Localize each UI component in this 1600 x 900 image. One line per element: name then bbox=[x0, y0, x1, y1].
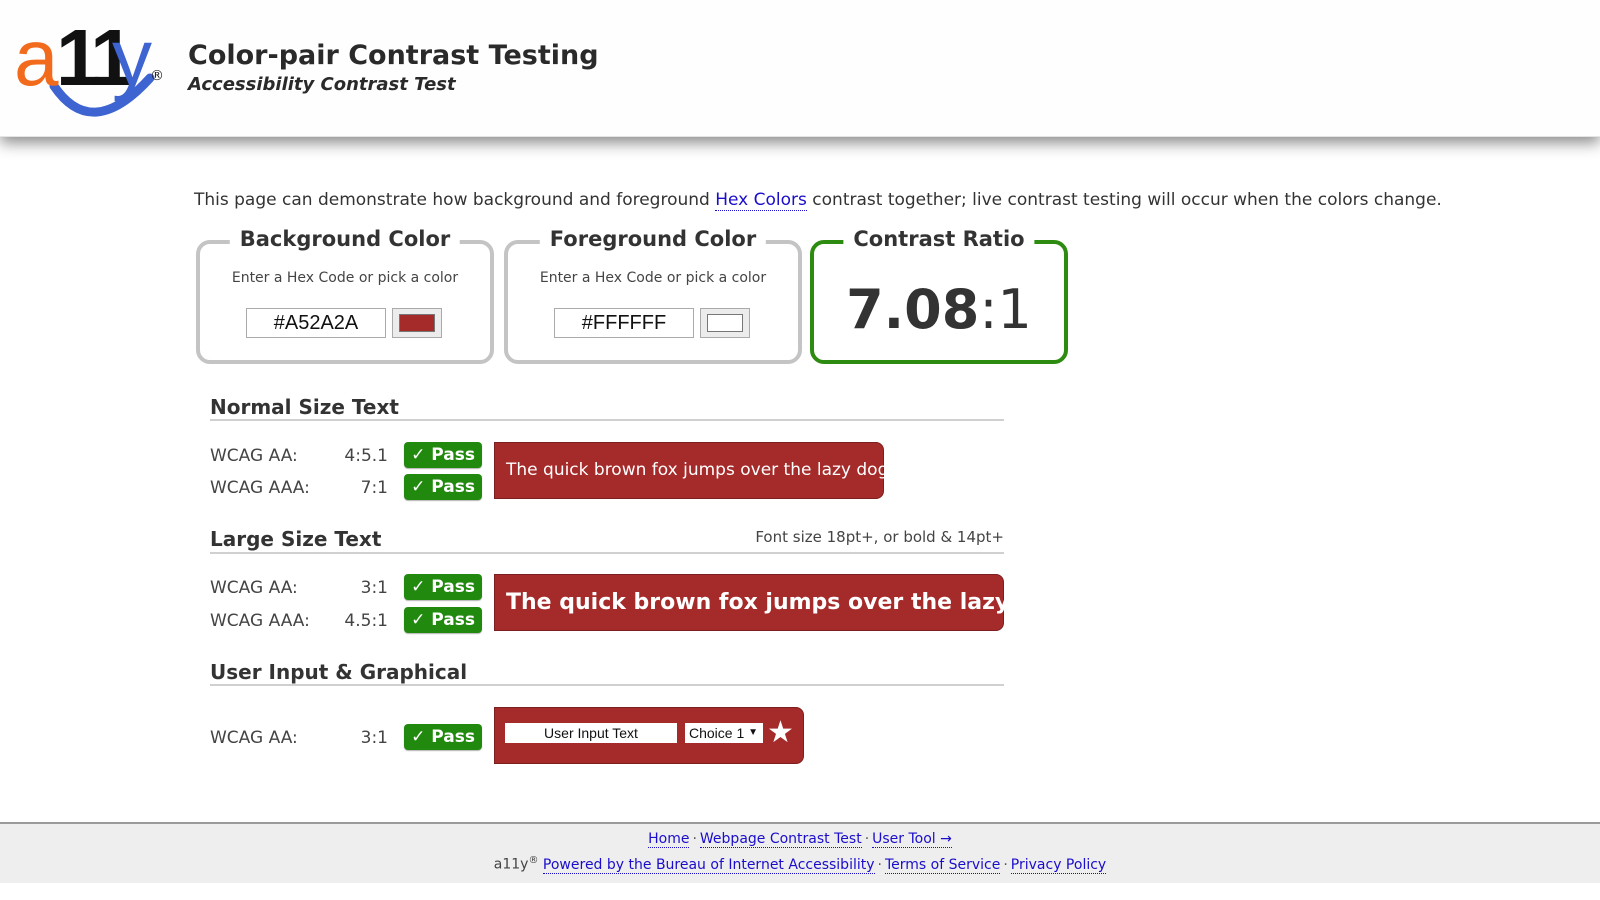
contrast-ratio-group: Contrast Ratio 7.08:1 bbox=[810, 227, 1068, 364]
intro-after: contrast together; live contrast testing… bbox=[806, 190, 1442, 210]
footer-link-privacy[interactable]: Privacy Policy bbox=[1010, 856, 1107, 874]
divider bbox=[210, 684, 1004, 686]
foreground-color-hint: Enter a Hex Code or pick a color bbox=[539, 270, 767, 286]
footer-brand: a11y bbox=[493, 856, 529, 873]
background-color-picker[interactable] bbox=[392, 308, 442, 338]
intro-text: This page can demonstrate how background… bbox=[194, 190, 1442, 211]
hex-colors-link[interactable]: Hex Colors bbox=[715, 190, 807, 211]
footer-link-user-tool[interactable]: User Tool → bbox=[872, 831, 952, 848]
foreground-hex-input[interactable]: #FFFFFF bbox=[554, 308, 694, 338]
large-aaa-label: WCAG AAA: bbox=[210, 611, 310, 631]
select-value: Choice 1 bbox=[689, 725, 745, 741]
normal-text-sample: The quick brown fox jumps over the lazy … bbox=[494, 442, 888, 499]
star-icon: ★ bbox=[767, 715, 794, 750]
large-aa-pass-badge: ✓ Pass bbox=[404, 574, 482, 600]
a11y-logo[interactable]: a 11 y ® bbox=[12, 16, 172, 124]
graphical-sample: User Input Text Choice 1 ▼ ★ bbox=[494, 707, 804, 764]
foreground-color-group: Foreground Color Enter a Hex Code or pic… bbox=[504, 227, 802, 364]
ratio-suffix: :1 bbox=[979, 278, 1032, 341]
normal-aaa-ratio: 7:1 bbox=[360, 478, 388, 498]
normal-aa-label: WCAG AA: bbox=[210, 446, 298, 466]
sample-choice-select[interactable]: Choice 1 ▼ bbox=[685, 723, 763, 743]
sample-user-input[interactable]: User Input Text bbox=[505, 723, 677, 743]
registered-mark: ® bbox=[528, 855, 539, 866]
background-swatch bbox=[399, 314, 435, 332]
separator: · bbox=[877, 856, 882, 873]
graphical-aa-label: WCAG AA: bbox=[210, 728, 298, 748]
logo-a: a bbox=[14, 13, 59, 102]
normal-aa-ratio: 4:5.1 bbox=[344, 446, 388, 466]
footer-nav: Home · Webpage Contrast Test · User Tool → bbox=[0, 831, 1600, 848]
background-color-group: Background Color Enter a Hex Code or pic… bbox=[196, 227, 494, 364]
foreground-color-picker[interactable] bbox=[700, 308, 750, 338]
intro-before: This page can demonstrate how background… bbox=[194, 190, 716, 210]
normal-aaa-pass-badge: ✓ Pass bbox=[404, 474, 482, 500]
registered-icon: ® bbox=[150, 68, 164, 84]
background-hex-input[interactable]: #A52A2A bbox=[246, 308, 386, 338]
separator: · bbox=[692, 831, 697, 847]
contrast-ratio-legend: Contrast Ratio bbox=[843, 227, 1035, 251]
large-text-note: Font size 18pt+, or bold & 14pt+ bbox=[755, 528, 1004, 546]
page-title: Color-pair Contrast Testing bbox=[188, 40, 599, 71]
graphical-aa-pass-badge: ✓ Pass bbox=[404, 724, 482, 750]
page-subtitle: Accessibility Contrast Test bbox=[188, 74, 456, 95]
contrast-ratio-value: 7.08:1 bbox=[814, 278, 1064, 341]
background-color-legend: Background Color bbox=[229, 227, 461, 251]
foreground-color-legend: Foreground Color bbox=[539, 227, 767, 251]
separator: · bbox=[1003, 856, 1008, 873]
footer-link-terms[interactable]: Terms of Service bbox=[884, 856, 1001, 874]
logo-y: y bbox=[112, 13, 152, 102]
normal-aaa-label: WCAG AAA: bbox=[210, 478, 310, 498]
graphical-heading: User Input & Graphical bbox=[210, 660, 468, 684]
site-footer: Home · Webpage Contrast Test · User Tool → a… bbox=[0, 822, 1600, 883]
large-text-heading: Large Size Text bbox=[210, 527, 382, 551]
normal-aa-pass-badge: ✓ Pass bbox=[404, 442, 482, 468]
footer-link-powered-by[interactable]: Powered by the Bureau of Internet Access… bbox=[542, 856, 875, 874]
site-header: a 11 y ® Color-pair Contrast Testing Acc… bbox=[0, 0, 1600, 137]
foreground-swatch bbox=[707, 314, 743, 332]
large-text-sample: The quick brown fox jumps over the lazy … bbox=[494, 574, 1064, 631]
background-color-hint: Enter a Hex Code or pick a color bbox=[231, 270, 459, 286]
large-aa-label: WCAG AA: bbox=[210, 578, 298, 598]
large-aa-ratio: 3:1 bbox=[360, 578, 388, 598]
divider bbox=[210, 552, 1004, 554]
normal-text-heading: Normal Size Text bbox=[210, 395, 399, 419]
divider bbox=[210, 419, 1004, 421]
ratio-number: 7.08 bbox=[846, 278, 980, 341]
dropdown-arrow-icon: ▼ bbox=[748, 727, 758, 738]
large-aaa-pass-badge: ✓ Pass bbox=[404, 607, 482, 633]
footer-legal: a11y® Powered by the Bureau of Internet … bbox=[0, 855, 1600, 874]
graphical-aa-ratio: 3:1 bbox=[360, 728, 388, 748]
footer-link-webpage-contrast-test[interactable]: Webpage Contrast Test bbox=[699, 831, 862, 848]
footer-link-home[interactable]: Home bbox=[648, 831, 690, 848]
large-aaa-ratio: 4.5:1 bbox=[344, 611, 388, 631]
separator: · bbox=[864, 831, 870, 847]
